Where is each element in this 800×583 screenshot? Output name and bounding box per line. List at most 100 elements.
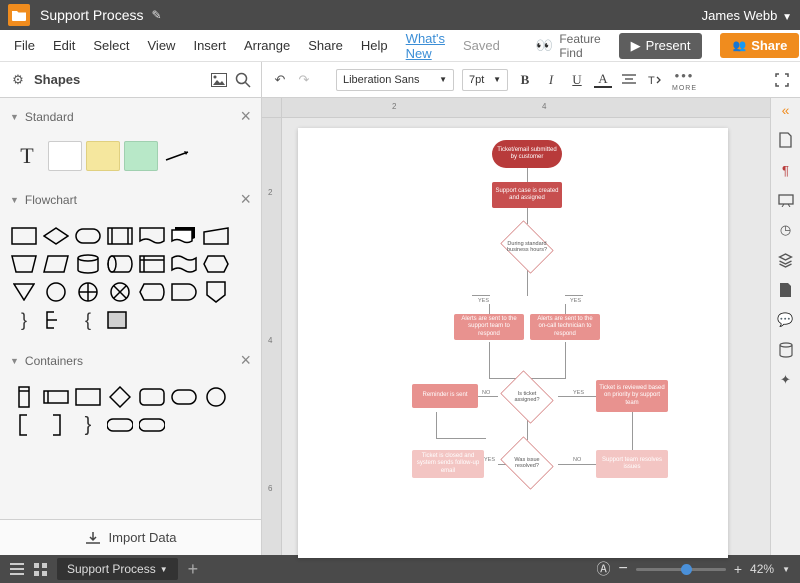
- node-reminder[interactable]: Reminder is sent: [412, 384, 478, 408]
- bold-button[interactable]: B: [516, 71, 534, 89]
- menu-whats-new[interactable]: What's New: [406, 31, 445, 61]
- node-assigned[interactable]: Is ticket assigned?: [497, 374, 557, 420]
- zoom-value[interactable]: 42%: [750, 562, 774, 576]
- add-page-icon[interactable]: +: [188, 559, 199, 580]
- shape-display[interactable]: [138, 280, 166, 304]
- magic-icon[interactable]: ✦: [778, 372, 794, 388]
- document-title[interactable]: Support Process: [40, 7, 144, 23]
- redo-icon[interactable]: ↷: [296, 72, 312, 88]
- font-size-select[interactable]: 7pt ▼: [462, 69, 508, 91]
- shape-decision[interactable]: [42, 224, 70, 248]
- menu-insert[interactable]: Insert: [193, 38, 226, 53]
- node-alert-oncall[interactable]: Alerts are sent to the on-call technicia…: [530, 314, 600, 340]
- shape-internal[interactable]: [138, 252, 166, 276]
- node-start[interactable]: Ticket/email submitted by customer: [492, 140, 562, 168]
- menu-edit[interactable]: Edit: [53, 38, 75, 53]
- font-family-select[interactable]: Liberation Sans ▼: [336, 69, 454, 91]
- node-create-case[interactable]: Support case is created and assigned: [492, 182, 562, 208]
- node-biz-hours[interactable]: During standard business hours?: [497, 224, 557, 270]
- search-icon[interactable]: [235, 72, 251, 88]
- panel-flowchart[interactable]: ▼ Flowchart ×: [0, 181, 261, 218]
- shape-data[interactable]: [42, 252, 70, 276]
- container-pill[interactable]: [170, 385, 198, 409]
- shape-database[interactable]: [74, 252, 102, 276]
- shape-predefined[interactable]: [106, 224, 134, 248]
- shape-note2[interactable]: [42, 308, 70, 332]
- undo-icon[interactable]: ↶: [272, 72, 288, 88]
- shape-process[interactable]: [10, 224, 38, 248]
- folder-icon[interactable]: [8, 4, 30, 26]
- canvas[interactable]: YES YES NO YES YES NO Ticket/email submi…: [298, 128, 728, 558]
- shape-brace-left[interactable]: {: [74, 308, 102, 332]
- master-icon[interactable]: [778, 282, 794, 298]
- page-tab[interactable]: Support Process ▼: [57, 558, 178, 580]
- node-alert-team[interactable]: Alerts are sent to the support team to r…: [454, 314, 524, 340]
- container-stadium[interactable]: [106, 413, 134, 437]
- panel-standard[interactable]: ▼ Standard ×: [0, 98, 261, 135]
- feature-find[interactable]: 👀 Feature Find: [536, 32, 601, 60]
- container-bracket-r[interactable]: [42, 413, 70, 437]
- menu-share[interactable]: Share: [308, 38, 343, 53]
- close-icon[interactable]: ×: [240, 189, 251, 210]
- shape-card[interactable]: [106, 308, 134, 332]
- import-data-button[interactable]: Import Data: [0, 519, 261, 555]
- page-icon[interactable]: [778, 132, 794, 148]
- shape-input[interactable]: [202, 224, 230, 248]
- shape-text[interactable]: T: [10, 141, 44, 171]
- fullscreen-icon[interactable]: [774, 72, 790, 88]
- shape-terminator[interactable]: [74, 224, 102, 248]
- shape-block[interactable]: [124, 141, 158, 171]
- container-swimlane-h[interactable]: [42, 385, 70, 409]
- underline-button[interactable]: U: [568, 71, 586, 89]
- present-button[interactable]: ▶ Present: [619, 33, 703, 59]
- shape-arrow[interactable]: [162, 141, 196, 171]
- user-menu[interactable]: James Webb ▼: [702, 8, 792, 23]
- zoom-fit-icon[interactable]: Ⓐ: [597, 559, 611, 579]
- shape-multidoc[interactable]: [170, 224, 198, 248]
- indent-button[interactable]: T: [646, 71, 664, 89]
- menu-file[interactable]: File: [14, 38, 35, 53]
- more-button[interactable]: ••• MORE: [672, 68, 697, 92]
- container-stadium2[interactable]: [138, 413, 166, 437]
- shape-manualop[interactable]: [10, 252, 38, 276]
- shape-merge[interactable]: [10, 280, 38, 304]
- slides-icon[interactable]: [778, 192, 794, 208]
- menu-view[interactable]: View: [148, 38, 176, 53]
- zoom-in-icon[interactable]: +: [734, 561, 742, 577]
- zoom-slider[interactable]: [636, 568, 726, 571]
- italic-button[interactable]: I: [542, 71, 560, 89]
- zoom-thumb[interactable]: [681, 564, 692, 575]
- comment-icon[interactable]: ¶: [778, 162, 794, 178]
- container-diamond[interactable]: [106, 385, 134, 409]
- shape-summing[interactable]: [74, 280, 102, 304]
- shape-offpage[interactable]: [202, 280, 230, 304]
- shape-delay[interactable]: [170, 280, 198, 304]
- image-icon[interactable]: [211, 72, 227, 88]
- node-closed[interactable]: Ticket is closed and system sends follow…: [412, 450, 484, 478]
- chat-icon[interactable]: 💬: [778, 312, 794, 328]
- canvas-area[interactable]: 2 4 2 4 6 YES YES NO YES: [262, 98, 770, 555]
- close-icon[interactable]: ×: [240, 350, 251, 371]
- container-circle[interactable]: [202, 385, 230, 409]
- shape-brace-right[interactable]: }: [10, 308, 38, 332]
- text-color-button[interactable]: A: [594, 72, 612, 88]
- grid-icon[interactable]: [34, 563, 47, 576]
- shape-document[interactable]: [138, 224, 166, 248]
- shape-rect[interactable]: [48, 141, 82, 171]
- container-rect[interactable]: [74, 385, 102, 409]
- menu-select[interactable]: Select: [93, 38, 129, 53]
- shape-or[interactable]: [106, 280, 134, 304]
- node-team-resolves[interactable]: Support team resolves issues: [596, 450, 668, 478]
- collapse-rail-icon[interactable]: «: [782, 102, 790, 118]
- shape-connector[interactable]: [42, 280, 70, 304]
- outline-icon[interactable]: [10, 563, 24, 575]
- container-bracket-l[interactable]: [10, 413, 38, 437]
- close-icon[interactable]: ×: [240, 106, 251, 127]
- panel-containers[interactable]: ▼ Containers ×: [0, 342, 261, 379]
- container-brace[interactable]: }: [74, 413, 102, 437]
- shape-papertape[interactable]: [170, 252, 198, 276]
- gear-icon[interactable]: ⚙: [10, 72, 26, 88]
- zoom-out-icon[interactable]: −: [619, 560, 628, 578]
- shape-hexagon[interactable]: [202, 252, 230, 276]
- menu-arrange[interactable]: Arrange: [244, 38, 290, 53]
